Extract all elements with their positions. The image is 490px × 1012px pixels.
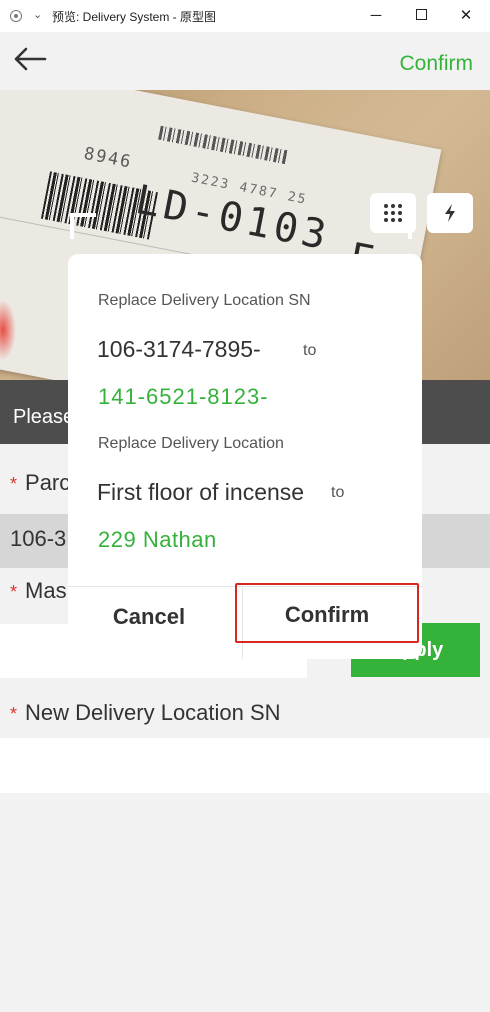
close-icon[interactable]: ✕: [453, 4, 479, 28]
dialog-cancel-button[interactable]: Cancel: [68, 587, 230, 647]
dialog-confirm-button[interactable]: Confirm: [235, 583, 419, 643]
scan-prompt-text: Please: [13, 406, 75, 428]
keypad-button[interactable]: [370, 193, 416, 233]
parcel-value-text: 106-3: [10, 526, 67, 551]
dialog-location-new: 229 Nathan: [98, 527, 217, 552]
maximize-icon[interactable]: [408, 4, 434, 28]
dialog-sn-new: 141-6521-8123-: [98, 384, 269, 409]
dialog-sn-label: Replace Delivery Location SN: [98, 292, 311, 309]
flash-icon: [445, 204, 455, 222]
app-radio-icon: [10, 10, 22, 22]
new-location-label-text: New Delivery Location SN: [25, 700, 281, 725]
top-barcode: [158, 125, 289, 165]
required-mark: *: [10, 474, 18, 494]
scan-frame-corner: [70, 213, 96, 239]
flash-button[interactable]: [427, 193, 473, 233]
new-location-label: * New Delivery Location SN: [10, 700, 281, 726]
required-mark: *: [10, 582, 18, 602]
window-title: 预览: Delivery System - 原型图: [52, 10, 217, 24]
new-location-input[interactable]: [0, 738, 490, 793]
dialog-sn-to: to: [303, 342, 317, 359]
required-mark: *: [10, 704, 18, 724]
replace-location-dialog: Replace Delivery Location SN 106-3174-78…: [68, 254, 422, 659]
chevron-down-icon[interactable]: ⌄: [33, 8, 42, 21]
keypad-icon: [384, 204, 402, 222]
dialog-location-old: First floor of incense: [97, 479, 305, 505]
parcel-label: * Parc: [10, 470, 70, 496]
header-confirm-button[interactable]: Confirm: [399, 52, 473, 76]
back-arrow-icon[interactable]: [12, 44, 48, 74]
dialog-location-label: Replace Delivery Location: [98, 435, 284, 452]
master-label: * Mas: [10, 578, 67, 604]
window-titlebar: ⌄ 预览: Delivery System - 原型图 ─ ✕: [0, 0, 490, 32]
minimize-icon[interactable]: ─: [363, 4, 389, 28]
dialog-location-to: to: [331, 484, 345, 501]
app-header: Confirm: [0, 32, 490, 90]
parcel-label-text: Parc: [25, 470, 71, 495]
laser-glow: [0, 300, 16, 360]
dialog-sn-old: 106-3174-7895-: [97, 336, 261, 362]
label-number-1: 8946: [82, 143, 135, 173]
master-label-text: Mas: [25, 578, 67, 603]
